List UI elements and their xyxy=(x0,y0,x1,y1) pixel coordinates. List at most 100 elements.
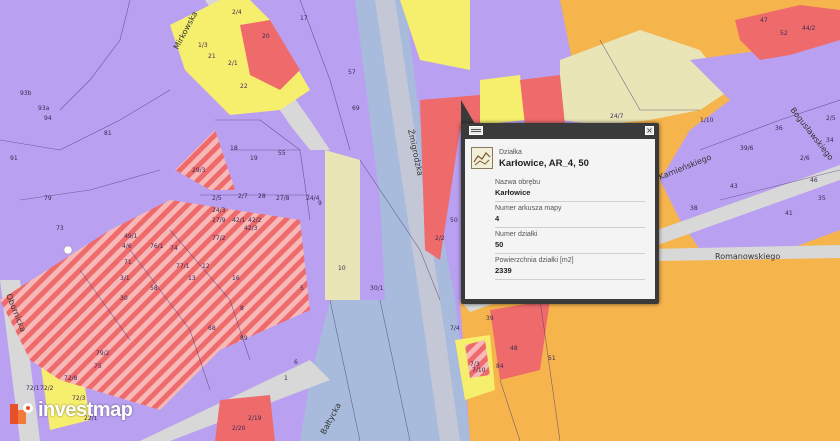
parcel-number-label: 1 xyxy=(284,375,288,382)
parcel-number-label: 72/1 xyxy=(26,385,40,392)
parcel-number-label: 29/3 xyxy=(192,167,206,174)
feature-type: Działka xyxy=(499,149,522,156)
parcel-number-label: 41 xyxy=(785,210,793,217)
field-label: Numer arkusza mapy xyxy=(495,205,562,212)
field-value: 4 xyxy=(495,214,500,223)
parcel-number-label: 74 xyxy=(170,245,178,252)
parcel-number-label: 2/6 xyxy=(800,155,810,162)
parcel-number-label: 72/8 xyxy=(64,375,78,382)
marker-dot xyxy=(63,245,73,255)
field-powierzchnia: Powierzchnia działki [m2] 2339 xyxy=(495,255,645,280)
zoning-map[interactable]: Mirkowska Żmigrodzka Kamieńskiego Bogusł… xyxy=(0,0,840,441)
parcel-number-label: 7/10 xyxy=(472,367,486,374)
parcel-number-label: 79 xyxy=(44,195,52,202)
parcel-number-label: 44/2 xyxy=(802,25,816,32)
parcel-number-label: 17 xyxy=(300,15,308,22)
feature-title: Karłowice, AR_4, 50 xyxy=(499,158,589,169)
service-zone-center xyxy=(480,75,525,125)
parcel-number-label: 34 xyxy=(826,137,834,144)
parcel-number-label: 28 xyxy=(258,193,266,200)
field-dzialka: Numer działki 50 xyxy=(495,229,645,254)
field-arkusz: Numer arkusza mapy 4 xyxy=(495,203,645,228)
parcel-number-label: 49/1 xyxy=(124,233,138,240)
field-label: Powierzchnia działki [m2] xyxy=(495,257,574,264)
parcel-number-label: 39/6 xyxy=(740,145,754,152)
parcel-number-label: 30/1 xyxy=(370,285,384,292)
parcel-number-label: 58 xyxy=(150,285,158,292)
popup-pointer xyxy=(461,100,475,124)
parcel-number-label: 9 xyxy=(318,200,322,207)
parcel-number-label: 5 xyxy=(300,285,304,292)
parcel-number-label: 89 xyxy=(240,335,248,342)
logo-text: investmap xyxy=(38,399,133,421)
parcel-number-label: 24/3 xyxy=(212,207,226,214)
parcel-number-label: 10 xyxy=(338,265,346,272)
parcel-number-label: 47 xyxy=(760,17,768,24)
parcel-number-label: 42/3 xyxy=(244,225,258,232)
parcel-number-label: 3/1 xyxy=(120,275,130,282)
parcel-number-label: 2/19 xyxy=(248,415,262,422)
parcel-info-popup[interactable]: × Działka Karłowice, AR_4, 50 Nazwa obrę… xyxy=(461,123,659,304)
field-obreb: Nazwa obrębu Karłowice xyxy=(495,177,645,202)
parcel-number-label: 22 xyxy=(240,83,248,90)
parcel-number-label: 2/4 xyxy=(232,9,242,16)
parcel-number-label: 81 xyxy=(104,130,112,137)
parcel-number-label: 77/2 xyxy=(212,235,226,242)
parcel-number-label: 24/7 xyxy=(610,113,624,120)
parcel-number-label: 13 xyxy=(188,275,196,282)
parcel-number-label: 57 xyxy=(348,69,356,76)
investmap-logo[interactable]: investmap xyxy=(8,397,168,427)
street-label-romanowskiego: Romanowskiego xyxy=(715,252,780,261)
field-value: 2339 xyxy=(495,266,512,275)
green-zone-center xyxy=(325,150,360,300)
parcel-number-label: 7/4 xyxy=(450,325,460,332)
field-label: Numer działki xyxy=(495,231,538,238)
parcel-number-label: 2/7 xyxy=(238,193,248,200)
parcel-number-label: 46 xyxy=(810,177,818,184)
field-value: Karłowice xyxy=(495,188,531,197)
commercial-zone-bottom xyxy=(215,395,275,441)
parcel-number-label: 76/1 xyxy=(150,243,164,250)
parcel-number-label: 94 xyxy=(44,115,52,122)
parcel-number-label: 38 xyxy=(690,205,698,212)
parcel-number-label: 39 xyxy=(486,315,494,322)
parcel-number-label: 71 xyxy=(124,259,132,266)
parcel-number-label: 93b xyxy=(20,90,32,97)
parcel-number-label: 72/2 xyxy=(40,385,54,392)
parcel-number-label: 2/2 xyxy=(435,235,445,242)
parcel-number-label: 43 xyxy=(730,183,738,190)
parcel-number-label: 19 xyxy=(250,155,258,162)
parcel-number-label: 1/3 xyxy=(198,42,208,49)
parcel-number-label: 52 xyxy=(780,30,788,37)
parcel-number-label: 79/2 xyxy=(96,350,110,357)
popup-body: Działka Karłowice, AR_4, 50 Nazwa obrębu… xyxy=(465,139,655,299)
parcel-icon xyxy=(471,147,493,169)
parcel-number-label: 42/2 xyxy=(248,217,262,224)
parcel-number-label: 8 xyxy=(240,305,244,312)
table-icon[interactable] xyxy=(469,126,483,135)
parcel-number-label: 84 xyxy=(496,363,504,370)
parcel-number-label: 18 xyxy=(230,145,238,152)
parcel-number-label: 2/5 xyxy=(212,195,222,202)
field-value: 50 xyxy=(495,240,504,249)
parcel-number-label: 2/5 xyxy=(826,115,836,122)
parcel-number-label: 73 xyxy=(56,225,64,232)
parcel-number-label: 2/1 xyxy=(228,60,238,67)
parcel-number-label: 48 xyxy=(510,345,518,352)
parcel-number-label: 4/6 xyxy=(122,243,132,250)
parcel-number-label: 27/8 xyxy=(276,195,290,202)
parcel-number-label: 50 xyxy=(450,217,458,224)
parcel-number-label: 75 xyxy=(94,363,102,370)
parcel-number-label: 30 xyxy=(120,295,128,302)
parcel-number-label: 35 xyxy=(818,195,826,202)
parcel-number-label: 69 xyxy=(352,105,360,112)
commercial-zone-center-2 xyxy=(520,75,565,125)
parcel-number-label: 91 xyxy=(10,155,18,162)
parcel-number-label: 6 xyxy=(294,359,298,366)
parcel-number-label: 93a xyxy=(38,105,50,112)
parcel-number-label: 77/1 xyxy=(176,263,190,270)
close-button[interactable]: × xyxy=(645,126,654,135)
popup-header: × xyxy=(461,123,659,139)
parcel-number-label: 55 xyxy=(278,150,286,157)
parcel-number-label: 1/10 xyxy=(700,117,714,124)
